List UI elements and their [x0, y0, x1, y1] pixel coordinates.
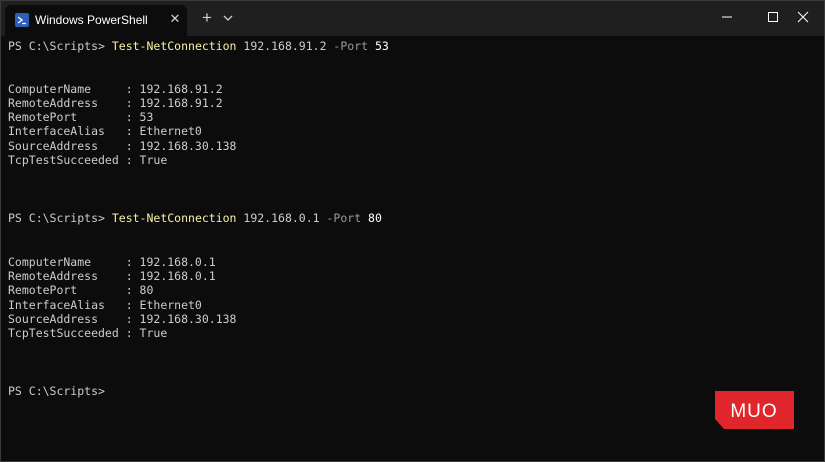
result-line: ComputerName : 192.168.0.1 — [8, 255, 216, 269]
muo-logo: MUO — [715, 391, 794, 429]
result-line: RemotePort : 53 — [8, 110, 154, 124]
command-name: Test-NetConnection — [111, 39, 237, 53]
chevron-down-icon[interactable] — [220, 9, 236, 27]
result-line: RemoteAddress : 192.168.91.2 — [8, 96, 223, 110]
terminal-output[interactable]: PS C:\Scripts> Test-NetConnection 192.16… — [1, 36, 824, 461]
result-line: InterfaceAlias : Ethernet0 — [8, 124, 202, 138]
command-port: 53 — [368, 39, 389, 53]
result-line: SourceAddress : 192.168.30.138 — [8, 139, 237, 153]
command-name: Test-NetConnection — [111, 211, 237, 225]
result-line: RemoteAddress : 192.168.0.1 — [8, 269, 216, 283]
result-line: TcpTestSucceeded : True — [8, 153, 168, 167]
result-line: SourceAddress : 192.168.30.138 — [8, 312, 237, 326]
close-window-button[interactable] — [782, 1, 824, 33]
command-param: -Port — [326, 211, 362, 225]
result-line: ComputerName : 192.168.91.2 — [8, 82, 223, 96]
prompt: PS C:\Scripts> — [8, 39, 112, 53]
minimize-button[interactable] — [704, 1, 750, 33]
tab-windows-powershell[interactable]: Windows PowerShell ✕ — [5, 5, 187, 36]
command-address: 192.168.0.1 — [236, 211, 327, 225]
command-param: -Port — [333, 39, 369, 53]
command-port: 80 — [361, 211, 382, 225]
tab-title: Windows PowerShell — [35, 13, 148, 27]
command-line: PS C:\Scripts> Test-NetConnection 192.16… — [8, 39, 389, 53]
prompt: PS C:\Scripts> — [8, 211, 112, 225]
tab-close-icon[interactable]: ✕ — [167, 11, 183, 27]
new-tab-button[interactable]: + — [197, 8, 217, 28]
title-bar[interactable]: Windows PowerShell ✕ + — [1, 1, 824, 36]
powershell-icon — [15, 13, 29, 27]
powershell-window: Windows PowerShell ✕ + PS C:\Scripts> Te… — [0, 0, 825, 462]
result-line: RemotePort : 80 — [8, 283, 154, 297]
result-line: TcpTestSucceeded : True — [8, 326, 168, 340]
result-line: InterfaceAlias : Ethernet0 — [8, 298, 202, 312]
command-address: 192.168.91.2 — [236, 39, 334, 53]
final-prompt: PS C:\Scripts> — [8, 384, 105, 398]
command-line: PS C:\Scripts> Test-NetConnection 192.16… — [8, 211, 382, 225]
logo-text: MUO — [730, 401, 777, 422]
